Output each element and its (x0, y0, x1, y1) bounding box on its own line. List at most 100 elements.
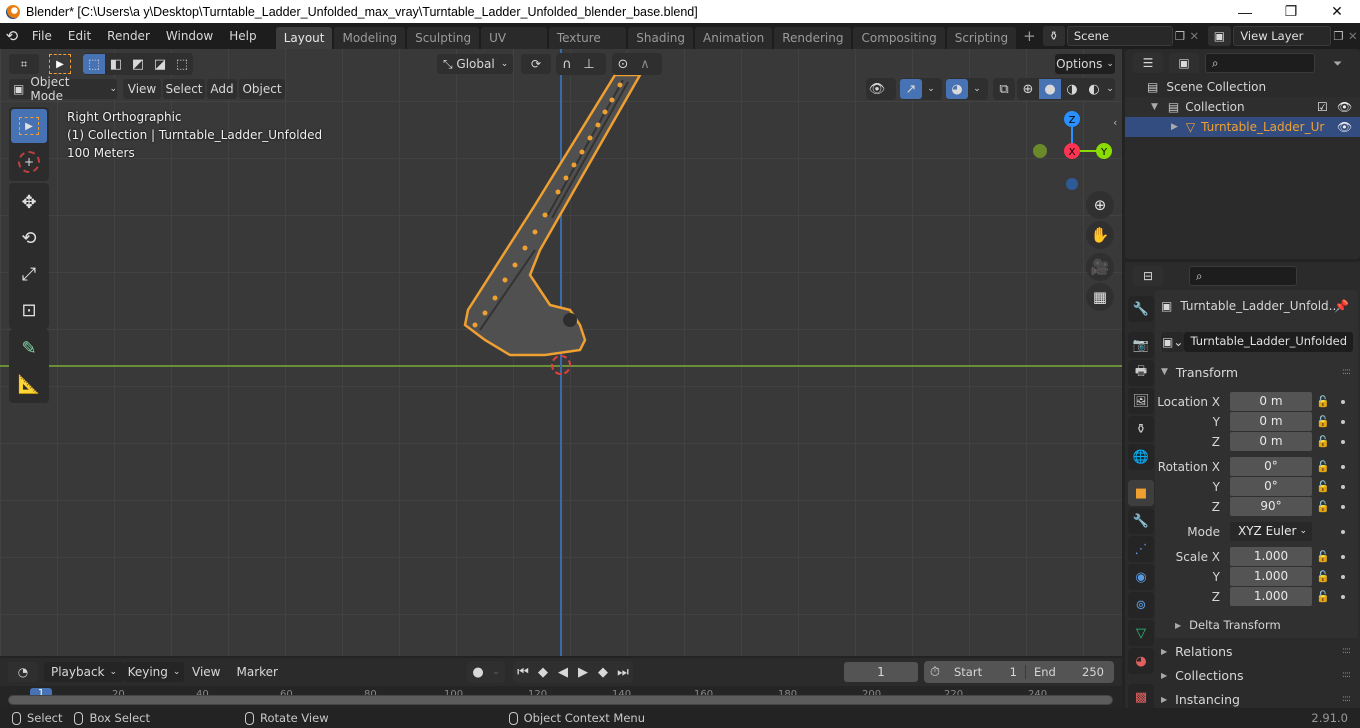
3d-cursor[interactable] (551, 355, 571, 375)
rotation-x-field[interactable]: 0° (1230, 457, 1312, 476)
lock-icon[interactable]: 🔓 (1316, 480, 1330, 493)
timeline-editor-type-icon[interactable]: ◔ (8, 662, 38, 682)
options-dropdown[interactable]: Options ⌄ (1055, 54, 1115, 74)
rotation-y-field[interactable]: 0° (1230, 477, 1312, 496)
delete-view-layer-icon[interactable]: ✕ (1346, 29, 1360, 43)
collection-checkbox[interactable]: ☑ (1317, 100, 1328, 114)
editor-type-icon[interactable]: ⌗ (9, 54, 39, 74)
properties-editor-type-icon[interactable]: ⊟ (1133, 266, 1163, 286)
camera-view-icon[interactable]: 🎥 (1086, 253, 1114, 281)
outliner-search-input[interactable]: ⌕ (1205, 53, 1315, 73)
3d-viewport[interactable]: ⌗ ▶ ⬚ ◧ ◩ ◪ ⬚ ⤡ Global ⌄ ⟳ ∩ ⊥ ⊙ ∧ Option… (0, 49, 1122, 656)
menu-add[interactable]: Add (207, 79, 237, 99)
neg-z-axis-dot[interactable] (1066, 178, 1078, 190)
timeline-ruler[interactable]: 1 20 40 60 80 100 120 140 160 180 200 22… (0, 686, 1122, 708)
pin-icon[interactable]: 📌 (1334, 299, 1349, 313)
drag-handle-icon[interactable]: :::: (1342, 694, 1351, 704)
jump-to-prev-keyframe-icon[interactable]: ◆ (533, 662, 553, 682)
outliner-row-scene-collection[interactable]: ▤ Scene Collection (1125, 77, 1360, 97)
view-layer-selector-icon[interactable]: ▣ (1207, 26, 1232, 46)
menu-window[interactable]: Window (158, 23, 221, 49)
object-name-field[interactable]: Turntable_Ladder_Unfolded (1184, 332, 1353, 352)
gizmo-toggle-icon[interactable]: ↗ (900, 79, 922, 99)
keyframe-dot[interactable] (1341, 399, 1345, 404)
lock-icon[interactable]: 🔓 (1316, 550, 1330, 563)
scale-z-field[interactable]: 1.000 (1230, 587, 1312, 606)
new-view-layer-icon[interactable]: ❐ (1331, 29, 1345, 43)
close-button[interactable]: ✕ (1314, 0, 1360, 23)
tab-rendering[interactable]: Rendering (774, 27, 852, 49)
new-scene-icon[interactable]: ❐ (1173, 29, 1187, 43)
tool-cursor[interactable]: + (11, 145, 47, 179)
end-frame-field[interactable]: End 250 (1026, 665, 1112, 679)
navigation-gizmo[interactable]: Z X Y (1025, 109, 1120, 194)
object-data-browse-icon[interactable]: ▣⌄ (1161, 332, 1185, 352)
tool-measure[interactable]: 📐 (11, 367, 47, 401)
keyframe-dot[interactable] (1341, 574, 1345, 579)
keyframe-dot[interactable] (1341, 594, 1345, 599)
tab-tool-icon[interactable]: 🔧 (1128, 296, 1154, 322)
sidebar-toggle-icon[interactable]: ‹ (1113, 116, 1117, 129)
tab-render-icon[interactable]: 📷 (1128, 332, 1154, 358)
menu-object[interactable]: Object (239, 79, 285, 99)
timeline-menu-view[interactable]: View (184, 659, 228, 685)
tab-uv-editing[interactable]: UV Editing (481, 27, 547, 67)
keyframe-dot[interactable] (1341, 464, 1345, 469)
pivot-point-icon[interactable]: ⟳ (521, 54, 551, 74)
timeline-scrollbar[interactable] (8, 695, 1113, 705)
neg-y-axis-dot[interactable] (1033, 144, 1047, 158)
tab-modeling[interactable]: Modeling (334, 27, 406, 49)
select-tool-icon[interactable]: ▶ (49, 54, 71, 74)
tab-layout[interactable]: Layout (275, 27, 333, 49)
tab-texture-icon[interactable]: ▩ (1128, 684, 1154, 710)
tab-shading[interactable]: Shading (628, 27, 694, 49)
tool-annotate[interactable]: ✎ (11, 331, 47, 365)
collection-visibility-icon[interactable]: 👁 (1337, 100, 1352, 114)
lock-icon[interactable]: 🔓 (1316, 395, 1330, 408)
drag-handle-icon[interactable]: :::: (1342, 646, 1351, 656)
lock-icon[interactable]: 🔓 (1316, 590, 1330, 603)
select-intersect-icon[interactable]: ⬚ (171, 54, 193, 74)
object-visibility-icon[interactable]: 👁 (1337, 120, 1352, 134)
keyframe-dot[interactable] (1341, 419, 1345, 424)
keyframe-dot[interactable] (1341, 484, 1345, 489)
timeline-menu-marker[interactable]: Marker (228, 659, 285, 685)
view-layer-name-field[interactable]: View Layer (1233, 26, 1332, 46)
auto-keying-dropdown-icon[interactable]: ⌄ (489, 662, 503, 682)
start-frame-field[interactable]: Start 1 (946, 665, 1026, 679)
jump-to-next-keyframe-icon[interactable]: ◆ (593, 662, 613, 682)
display-mode-icon[interactable]: ▣ (1169, 53, 1199, 73)
scene-selector-icon[interactable]: ⚱ (1042, 26, 1065, 46)
proportional-editing-icon[interactable]: ⊙ (612, 54, 634, 74)
menu-help[interactable]: Help (221, 23, 264, 49)
expand-arrow-icon[interactable]: ▼ (1151, 102, 1158, 112)
lock-icon[interactable]: 🔓 (1316, 435, 1330, 448)
playback-dropdown[interactable]: Playback ⌄ (44, 662, 124, 682)
scale-x-field[interactable]: 1.000 (1230, 547, 1312, 566)
perspective-toggle-icon[interactable]: ▦ (1086, 283, 1114, 311)
transform-panel-header[interactable]: ▼ Transform :::: (1155, 360, 1358, 384)
pan-view-icon[interactable]: ✋ (1086, 221, 1114, 249)
visibility-icon[interactable]: 👁 (866, 79, 888, 99)
turntable-ladder-model[interactable] (440, 70, 680, 390)
tab-sculpting[interactable]: Sculpting (407, 27, 480, 49)
tab-texture-paint[interactable]: Texture Paint (548, 27, 627, 67)
tab-compositing[interactable]: Compositing (853, 27, 945, 49)
keyframe-dot[interactable] (1341, 439, 1345, 444)
material-preview-icon[interactable]: ◑ (1061, 79, 1083, 99)
wireframe-shading-icon[interactable]: ⊕ (1017, 79, 1039, 99)
drag-handle-icon[interactable]: :::: (1342, 670, 1351, 680)
menu-select[interactable]: Select (163, 79, 205, 99)
add-workspace-button[interactable]: + (1018, 27, 1041, 45)
keyframe-dot[interactable] (1341, 529, 1345, 534)
gizmo-dropdown-icon[interactable]: ⌄ (922, 79, 940, 99)
menu-view[interactable]: View (123, 79, 161, 99)
falloff-icon[interactable]: ∧ (634, 54, 656, 74)
keying-dropdown[interactable]: Keying ⌄ (124, 662, 184, 682)
tool-transform[interactable]: ⊡ (11, 293, 47, 327)
tab-scripting[interactable]: Scripting (946, 27, 1017, 49)
snap-icon[interactable]: ∩ (556, 54, 578, 74)
delta-transform-subpanel[interactable]: ▶ Delta Transform (1175, 618, 1281, 632)
tool-rotate[interactable]: ⟲ (11, 221, 47, 255)
lock-icon[interactable]: 🔓 (1316, 460, 1330, 473)
